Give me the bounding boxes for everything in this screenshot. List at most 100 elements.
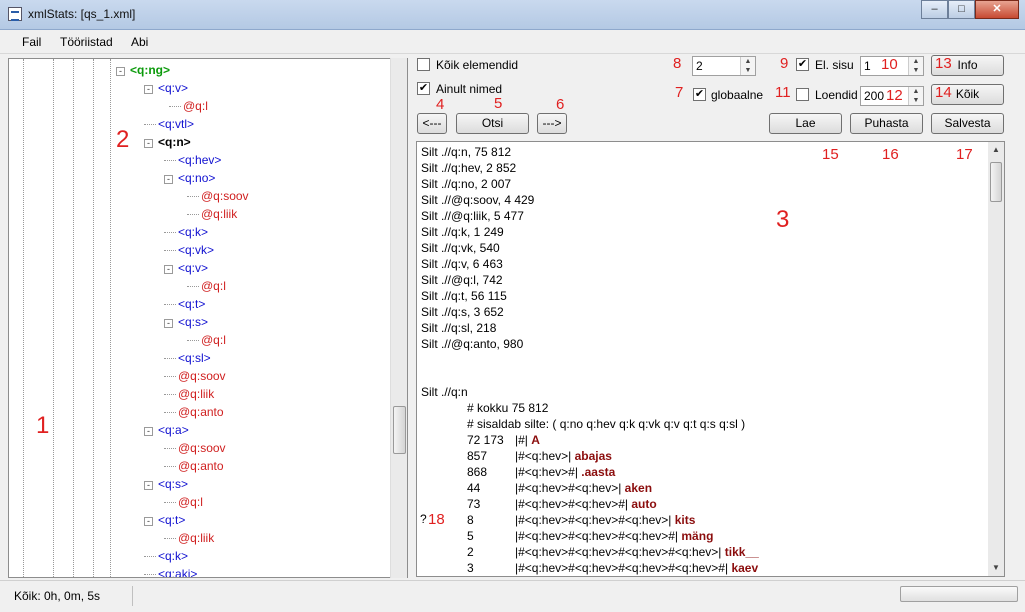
- tree-node[interactable]: - <q:a>: [144, 421, 189, 439]
- tree-node[interactable]: @q:liik: [164, 385, 214, 403]
- prev-button[interactable]: <---: [417, 113, 447, 134]
- menu-abi[interactable]: Abi: [131, 35, 148, 49]
- collapse-icon[interactable]: -: [164, 265, 173, 274]
- tree-node[interactable]: @q:soov: [187, 187, 249, 205]
- row-word: A: [531, 433, 540, 447]
- row-path-text: |#|: [515, 433, 528, 447]
- annotation-5: 5: [494, 95, 503, 112]
- close-button[interactable]: ✕: [975, 0, 1019, 19]
- tree-node[interactable]: @q:l: [187, 331, 226, 349]
- tree-connector: [187, 340, 199, 342]
- output-scrollbar[interactable]: ▲ ▼: [988, 142, 1004, 576]
- scroll-up-icon[interactable]: ▲: [988, 142, 1004, 158]
- next-button[interactable]: --->: [537, 113, 567, 134]
- row-count: 857: [467, 449, 488, 463]
- tree-element-label: <q:sl>: [178, 351, 211, 365]
- tree-node[interactable]: @q:soov: [164, 367, 226, 385]
- tree-node[interactable]: - <q:v>: [164, 259, 208, 277]
- collapse-icon[interactable]: -: [164, 175, 173, 184]
- loendid-arrows[interactable]: ▲ ▼: [908, 87, 923, 105]
- menu-tooriistad[interactable]: Tööriistad: [60, 35, 113, 49]
- tree-node[interactable]: - <q:n>: [144, 133, 191, 151]
- tree-node[interactable]: <q:sl>: [164, 349, 211, 367]
- tree-node[interactable]: <q:k>: [144, 547, 188, 565]
- summary-line: Silt .//@q:l, 742: [421, 273, 503, 287]
- save-button[interactable]: Salvesta: [931, 113, 1004, 134]
- tree-node[interactable]: <q:vk>: [164, 241, 214, 259]
- minimize-button[interactable]: –: [921, 0, 948, 19]
- tree-connector: [164, 160, 176, 162]
- el-sisu-checkbox[interactable]: ✔: [796, 58, 809, 71]
- tree-attribute-label: @q:liik: [201, 207, 238, 221]
- tree-node[interactable]: @q:anto: [164, 457, 224, 475]
- tree-node[interactable]: - <q:s>: [164, 313, 208, 331]
- depth-arrows[interactable]: ▲ ▼: [740, 57, 755, 75]
- tree-guide: [93, 59, 94, 577]
- collapse-icon[interactable]: -: [164, 319, 173, 328]
- row-path: |#<q:hev>#<q:hev>#| auto: [515, 496, 657, 512]
- tree-scrollbar[interactable]: [390, 58, 407, 578]
- tree-node[interactable]: @q:liik: [164, 529, 214, 547]
- annotation-6: 6: [556, 96, 565, 113]
- summary-line: Silt .//q:s, 3 652: [421, 305, 504, 319]
- tree-element-label: <q:v>: [158, 81, 189, 95]
- tree-node[interactable]: @q:l: [169, 97, 208, 115]
- tree-element-label: <q:no>: [178, 171, 216, 185]
- tree-connector: [164, 232, 176, 234]
- tree-node[interactable]: @q:soov: [164, 439, 226, 457]
- tree-node[interactable]: - <q:s>: [144, 475, 188, 493]
- tree-attribute-label: @q:liik: [178, 387, 215, 401]
- scroll-down-icon[interactable]: ▼: [988, 560, 1004, 576]
- collapse-icon[interactable]: -: [144, 139, 153, 148]
- tree-element-label: <q:k>: [158, 549, 189, 563]
- tree-node[interactable]: <q:t>: [164, 295, 205, 313]
- globaalne-checkbox[interactable]: ✔: [693, 88, 706, 101]
- tree-node[interactable]: - <q:t>: [144, 511, 185, 529]
- summary-line: Silt .//q:vk, 540: [421, 241, 500, 255]
- tree-node[interactable]: - <q:v>: [144, 79, 188, 97]
- collapse-icon[interactable]: -: [144, 427, 153, 436]
- tree-connector: [164, 412, 176, 414]
- output-text[interactable]: Silt .//q:n, 75 812 Silt .//q:hev, 2 852 S…: [416, 141, 1005, 577]
- tree-element-label: <q:t>: [178, 297, 206, 311]
- koik-elemendid-checkbox[interactable]: [417, 58, 430, 71]
- status-divider: [132, 586, 133, 606]
- annotation-18: 18: [428, 511, 445, 528]
- tree-node[interactable]: <q:hev>: [164, 151, 221, 169]
- tree-node[interactable]: <q:vtl>: [144, 115, 194, 133]
- tree-node[interactable]: @q:l: [164, 493, 203, 511]
- tree-attribute-label: @q:anto: [178, 405, 224, 419]
- tree-node[interactable]: @q:liik: [187, 205, 237, 223]
- tree-node[interactable]: @q:anto: [164, 403, 224, 421]
- progress-bar: [900, 586, 1018, 602]
- search-button[interactable]: Otsi: [456, 113, 529, 134]
- menu-fail[interactable]: Fail: [22, 35, 41, 49]
- row-path-text: |#<q:hev>#<q:hev>|: [515, 481, 622, 495]
- ainult-nimed-checkbox[interactable]: ✔: [417, 82, 430, 95]
- detail-contains: # sisaldab silte: ( q:no q:hev q:k q:vk …: [467, 417, 746, 431]
- row-word: abajas: [574, 449, 612, 463]
- title-bar: xmlStats: [qs_1.xml] – □ ✕: [0, 0, 1025, 30]
- collapse-icon[interactable]: -: [144, 85, 153, 94]
- clear-button[interactable]: Puhasta: [850, 113, 923, 134]
- maximize-button[interactable]: □: [948, 0, 975, 19]
- tree-node[interactable]: <q:k>: [164, 223, 208, 241]
- loendid-checkbox[interactable]: [796, 88, 809, 101]
- el-sisu-label: El. sisu: [815, 58, 854, 72]
- tree-node[interactable]: - <q:ng>: [116, 61, 170, 79]
- xml-tree[interactable]: - <q:ng> - <q:v> @q:l <q:vtl> - <q:n> <q:hev> - <q…: [8, 58, 408, 578]
- load-button[interactable]: Lae: [769, 113, 842, 134]
- check-mark: ✔: [694, 88, 705, 100]
- tree-node[interactable]: @q:l: [187, 277, 226, 295]
- el-sisu-arrows[interactable]: ▲ ▼: [908, 57, 923, 75]
- tree-attribute-label: @q:l: [201, 333, 226, 347]
- collapse-icon[interactable]: -: [116, 67, 125, 76]
- depth-stepper[interactable]: 2 ▲ ▼: [692, 56, 756, 76]
- collapse-icon[interactable]: -: [144, 481, 153, 490]
- output-scroll-thumb[interactable]: [990, 162, 1002, 202]
- collapse-icon[interactable]: -: [144, 517, 153, 526]
- tree-node[interactable]: - <q:no>: [164, 169, 215, 187]
- tree-node[interactable]: <q:aki>: [144, 565, 197, 577]
- tree-scroll-thumb[interactable]: [393, 406, 406, 454]
- tree-connector: [164, 358, 176, 360]
